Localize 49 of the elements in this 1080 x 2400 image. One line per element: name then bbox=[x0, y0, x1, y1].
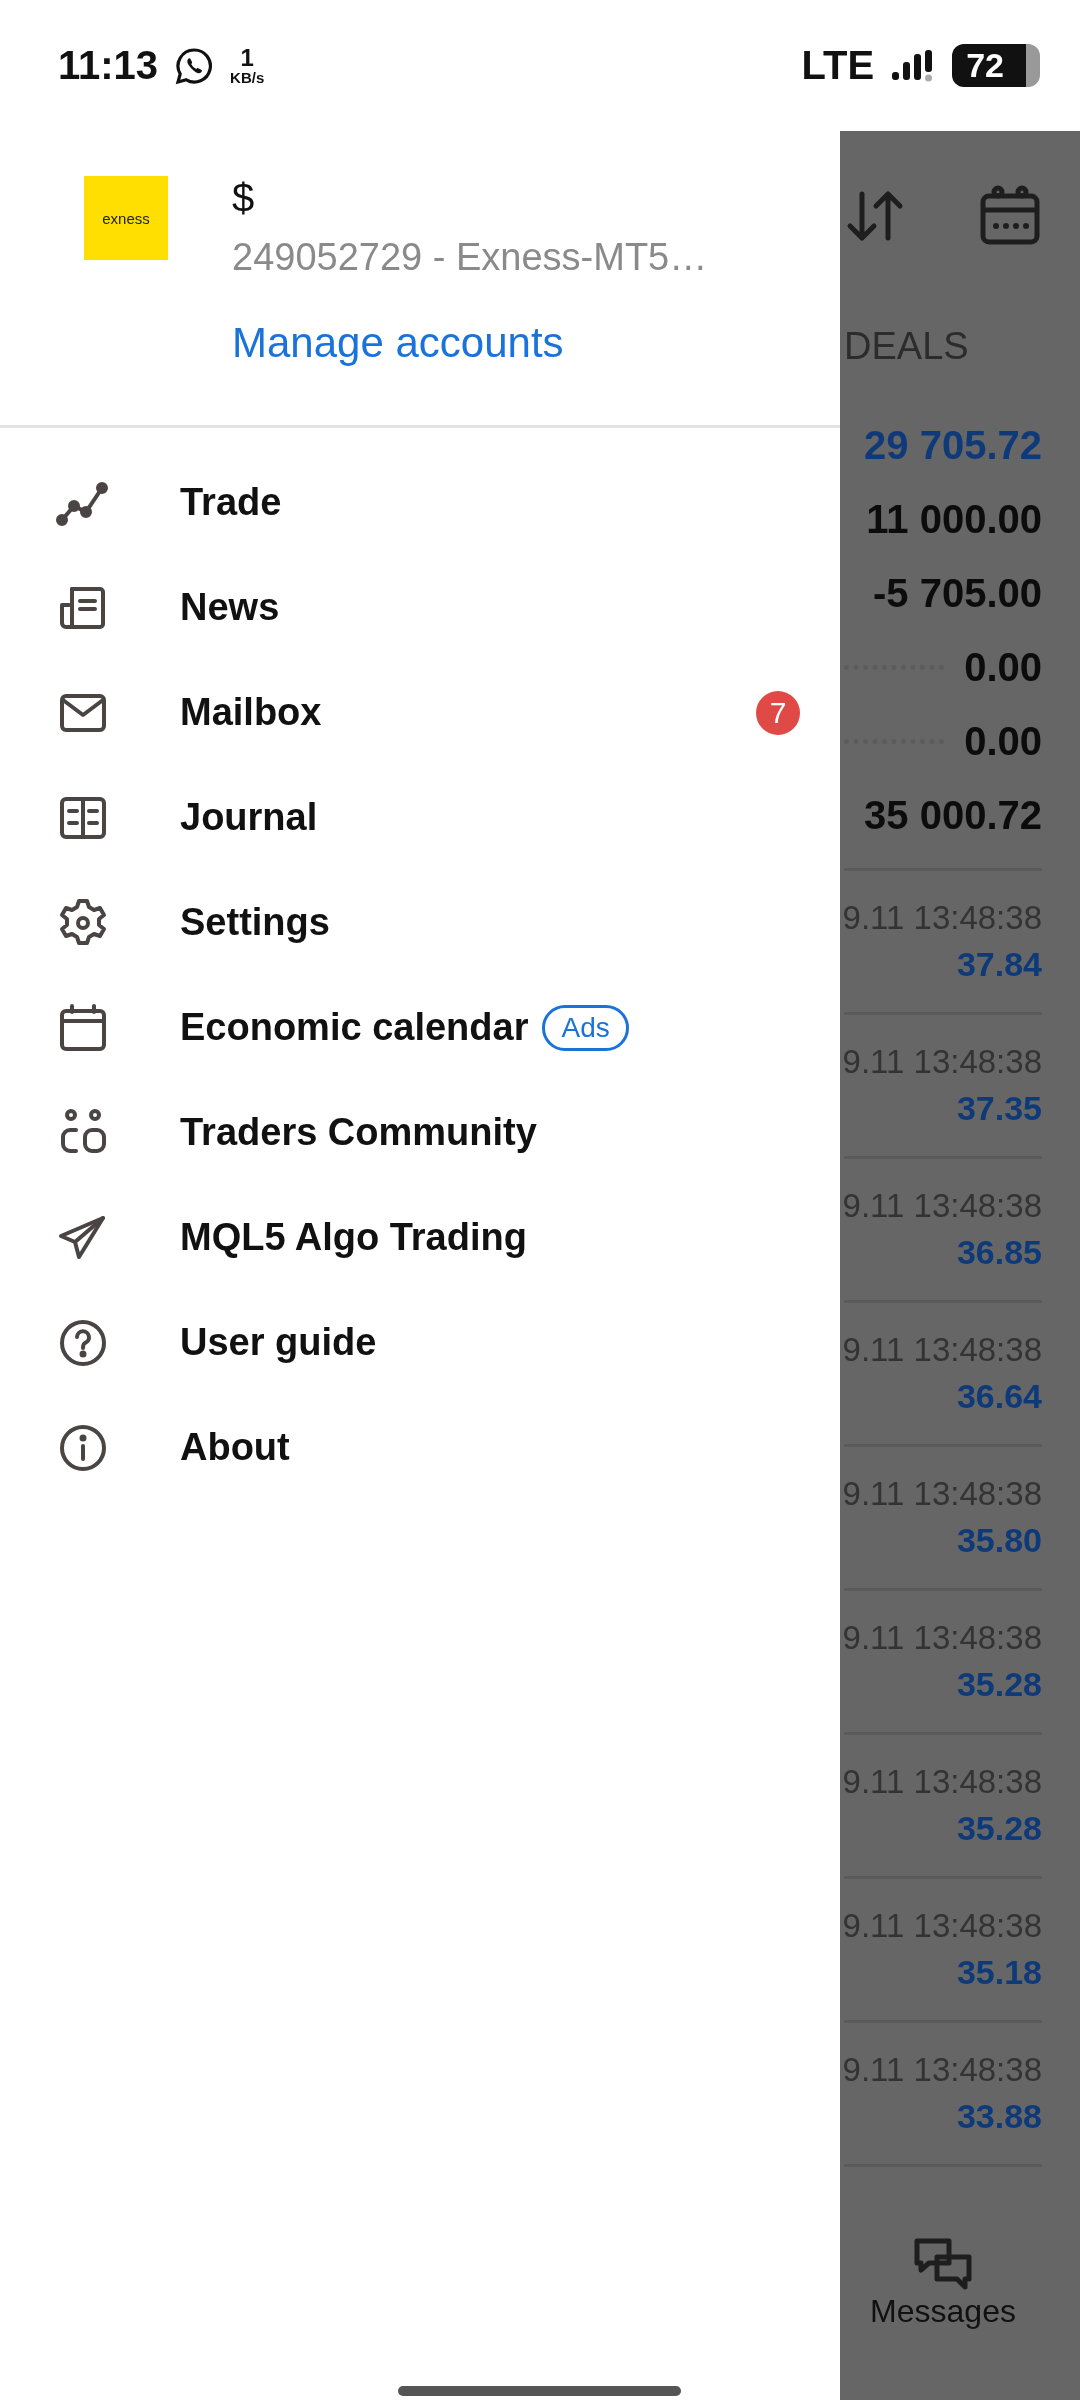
ads-tag: Ads bbox=[542, 1004, 629, 1051]
menu-label: User guide bbox=[180, 1321, 377, 1364]
menu-label: MQL5 Algo Trading bbox=[180, 1216, 527, 1259]
menu-item[interactable]: Trade bbox=[0, 450, 840, 555]
account-number: 249052729 - Exness-MT5… bbox=[232, 236, 708, 279]
menu-label: About bbox=[180, 1426, 290, 1469]
menu-label: Settings bbox=[180, 901, 330, 944]
deal-price: 37.35 bbox=[956, 1089, 1042, 1128]
summary-value: 0.00 bbox=[964, 718, 1042, 764]
battery-indicator: 72 bbox=[952, 44, 1040, 87]
network-type: LTE bbox=[801, 43, 875, 88]
manage-accounts-link[interactable]: Manage accounts bbox=[232, 319, 708, 367]
status-time: 11:13 bbox=[58, 43, 159, 88]
deal-price: 35.28 bbox=[956, 1809, 1042, 1848]
broker-logo: exness bbox=[84, 176, 168, 260]
menu-item[interactable]: Economic calendar Ads bbox=[0, 975, 840, 1080]
summary-value: 29 705.72 bbox=[864, 422, 1042, 468]
menu-item[interactable]: About bbox=[0, 1395, 840, 1500]
menu-item[interactable]: Mailbox 7 bbox=[0, 660, 840, 765]
menu-item[interactable]: MQL5 Algo Trading bbox=[0, 1185, 840, 1290]
deal-price: 36.64 bbox=[956, 1377, 1042, 1416]
summary-value: 35 000.72 bbox=[864, 792, 1042, 838]
menu-item[interactable]: Journal bbox=[0, 765, 840, 870]
account-currency: $ bbox=[232, 176, 256, 220]
menu-item[interactable]: Settings bbox=[0, 870, 840, 975]
deal-price: 35.18 bbox=[956, 1953, 1042, 1992]
deal-price: 35.28 bbox=[956, 1665, 1042, 1704]
summary-value: 11 000.00 bbox=[866, 496, 1042, 542]
menu-label: Mailbox bbox=[180, 691, 322, 734]
menu-item[interactable]: User guide bbox=[0, 1290, 840, 1395]
deal-price: 35.80 bbox=[956, 1521, 1042, 1560]
deal-price: 37.84 bbox=[956, 945, 1042, 984]
data-speed: 1 KB/s bbox=[230, 46, 265, 85]
menu-label: News bbox=[180, 586, 280, 629]
chat-bubble-icon bbox=[174, 45, 215, 86]
menu-label: Economic calendar bbox=[180, 1006, 529, 1049]
menu-item[interactable]: News bbox=[0, 555, 840, 660]
summary-value: 0.00 bbox=[964, 644, 1042, 690]
menu-label: Traders Community bbox=[180, 1111, 537, 1154]
unread-count-badge: 7 bbox=[756, 690, 800, 735]
calendar-icon bbox=[978, 184, 1042, 248]
column-label: DEALS bbox=[844, 325, 970, 368]
deal-price: 36.85 bbox=[956, 1233, 1042, 1272]
menu-label: Journal bbox=[180, 796, 318, 839]
summary-value: -5 705.00 bbox=[872, 570, 1042, 616]
deal-price: 33.88 bbox=[956, 2097, 1042, 2136]
menu-item[interactable]: Traders Community bbox=[0, 1080, 840, 1185]
home-indicator[interactable] bbox=[398, 2386, 681, 2396]
menu-label: Trade bbox=[180, 481, 282, 524]
